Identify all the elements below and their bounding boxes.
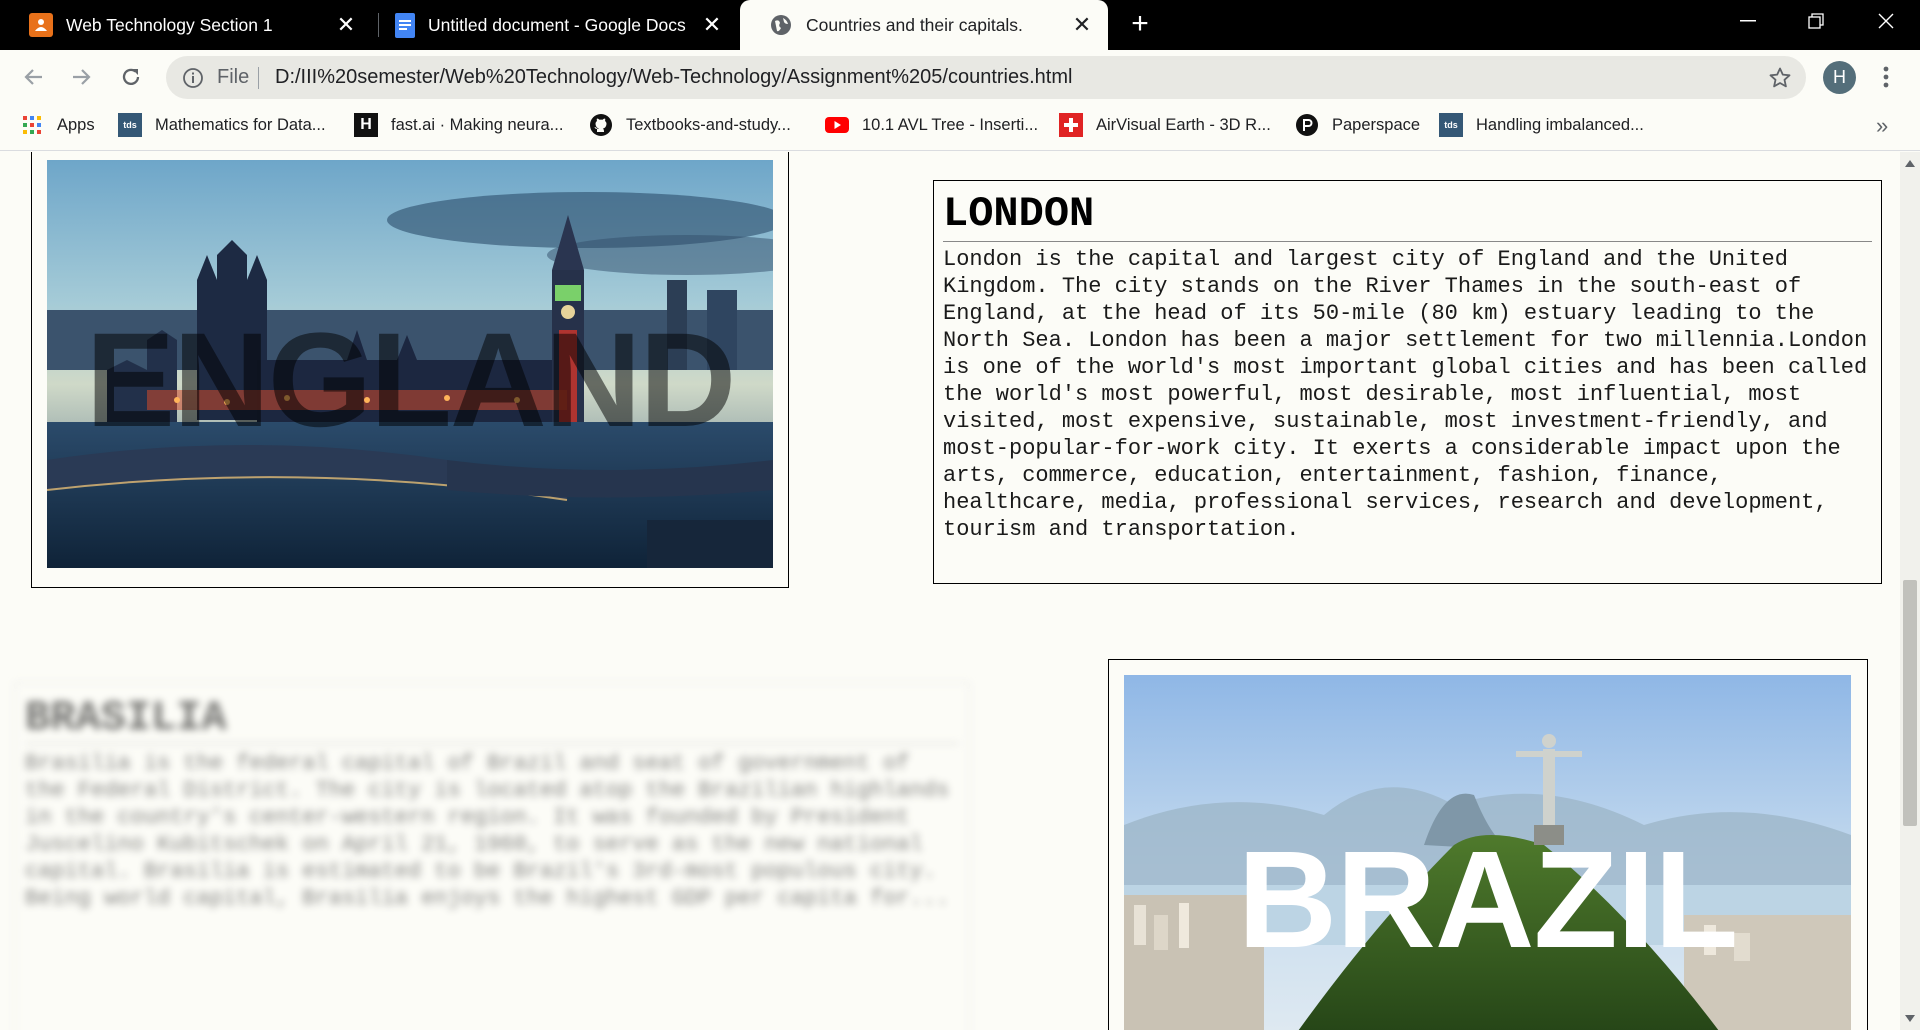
paperspace-icon bbox=[1295, 113, 1319, 137]
star-icon[interactable] bbox=[1768, 66, 1792, 90]
github-icon bbox=[589, 113, 613, 137]
tab-countries[interactable]: Countries and their capitals. ✕ bbox=[740, 0, 1108, 50]
globe-icon bbox=[769, 13, 793, 37]
new-tab-button[interactable]: + bbox=[1126, 9, 1154, 39]
scrollbar-thumb[interactable] bbox=[1903, 580, 1917, 826]
tab-strip: Web Technology Section 1 ✕ Untitled docu… bbox=[0, 0, 1920, 50]
fastai-icon: H bbox=[354, 113, 378, 137]
forward-button[interactable] bbox=[65, 60, 99, 94]
minimize-button[interactable] bbox=[1720, 0, 1776, 42]
menu-icon[interactable] bbox=[1876, 63, 1896, 91]
tds-icon: tds bbox=[1439, 113, 1463, 137]
tab-title: Untitled document - Google Docs bbox=[428, 14, 686, 35]
scheme-label: File bbox=[217, 66, 250, 88]
bookmark-label: Textbooks-and-study... bbox=[626, 115, 791, 134]
close-icon[interactable]: ✕ bbox=[334, 12, 358, 37]
back-button[interactable] bbox=[16, 60, 50, 94]
tab-title: Countries and their capitals. bbox=[806, 14, 1023, 35]
person-presentation-icon bbox=[29, 13, 53, 37]
vertical-scrollbar[interactable] bbox=[1900, 152, 1920, 1030]
tab-title: Web Technology Section 1 bbox=[66, 14, 273, 35]
bookmark-label: Mathematics for Data... bbox=[155, 115, 326, 134]
address-bar[interactable]: File D:/III%20semester/Web%20Technology/… bbox=[166, 56, 1806, 99]
bookmark-fastai[interactable]: H fast.ai · Making neura... bbox=[354, 105, 563, 145]
profile-avatar[interactable]: H bbox=[1823, 61, 1856, 94]
scroll-up-icon[interactable] bbox=[1904, 158, 1916, 168]
bookmark-textbooks[interactable]: Textbooks-and-study... bbox=[589, 105, 791, 145]
youtube-icon bbox=[825, 113, 849, 137]
capital-description: London is the capital and largest city o… bbox=[943, 247, 1868, 542]
restore-button[interactable] bbox=[1788, 0, 1844, 42]
bookmark-handling-imbalanced[interactable]: tds Handling imbalanced... bbox=[1439, 105, 1644, 145]
tds-icon: tds bbox=[118, 113, 142, 137]
london-text-card: LONDON London is the capital and largest… bbox=[933, 180, 1882, 584]
bookmark-paperspace[interactable]: Paperspace bbox=[1295, 105, 1420, 145]
chevron-right-icon[interactable]: » bbox=[1876, 113, 1888, 139]
omnibox-divider bbox=[258, 67, 259, 89]
reload-button[interactable] bbox=[114, 60, 148, 94]
rio-photo: BRAZIL bbox=[1124, 675, 1851, 1030]
bookmark-label: fast.ai · Making neura... bbox=[391, 115, 564, 134]
country-name-overlay: BRAZIL bbox=[1237, 823, 1739, 977]
bookmark-label: 10.1 AVL Tree - Inserti... bbox=[862, 115, 1039, 134]
england-image-card: ENGLAND bbox=[31, 152, 789, 588]
scroll-down-icon[interactable] bbox=[1904, 1014, 1916, 1024]
browser-toolbar: File D:/III%20semester/Web%20Technology/… bbox=[0, 50, 1920, 105]
capital-heading: LONDON bbox=[943, 191, 1872, 242]
url-text[interactable]: D:/III%20semester/Web%20Technology/Web-T… bbox=[275, 56, 1072, 99]
page-viewport: ENGLAND LONDON London is the capital and… bbox=[0, 152, 1900, 1030]
airvisual-icon bbox=[1059, 113, 1083, 137]
brazil-image-card: BRAZIL bbox=[1108, 659, 1868, 1030]
country-name-overlay: ENGLAND bbox=[85, 306, 737, 455]
docs-icon bbox=[395, 12, 415, 38]
close-icon[interactable]: ✕ bbox=[700, 12, 724, 37]
capital-heading: BRASILIA bbox=[25, 693, 959, 744]
bookmark-mathematics[interactable]: tds Mathematics for Data... bbox=[118, 105, 326, 145]
bookmark-airvisual[interactable]: AirVisual Earth - 3D R... bbox=[1059, 105, 1271, 145]
brasilia-text-card: BRASILIA Brasilia is the federal capital… bbox=[14, 682, 970, 1030]
bookmark-label: AirVisual Earth - 3D R... bbox=[1096, 115, 1271, 134]
bookmark-label: Handling imbalanced... bbox=[1476, 115, 1644, 134]
tab-google-docs[interactable]: Untitled document - Google Docs ✕ bbox=[366, 0, 738, 50]
london-photo: ENGLAND bbox=[47, 160, 773, 568]
close-icon[interactable]: ✕ bbox=[1070, 12, 1094, 37]
bookmarks-bar: Apps tds Mathematics for Data... H fast.… bbox=[0, 105, 1920, 151]
bookmark-apps[interactable]: Apps bbox=[20, 105, 95, 145]
bookmark-label: Apps bbox=[57, 115, 95, 134]
bookmark-avl-tree[interactable]: 10.1 AVL Tree - Inserti... bbox=[825, 105, 1038, 145]
info-icon[interactable] bbox=[182, 67, 204, 89]
bookmark-label: Paperspace bbox=[1332, 115, 1421, 134]
tab-web-technology[interactable]: Web Technology Section 1 ✕ bbox=[0, 0, 372, 50]
capital-description: Brasilia is the federal capital of Brazi… bbox=[25, 751, 950, 911]
close-window-button[interactable] bbox=[1858, 0, 1914, 42]
apps-grid-icon bbox=[20, 113, 44, 137]
